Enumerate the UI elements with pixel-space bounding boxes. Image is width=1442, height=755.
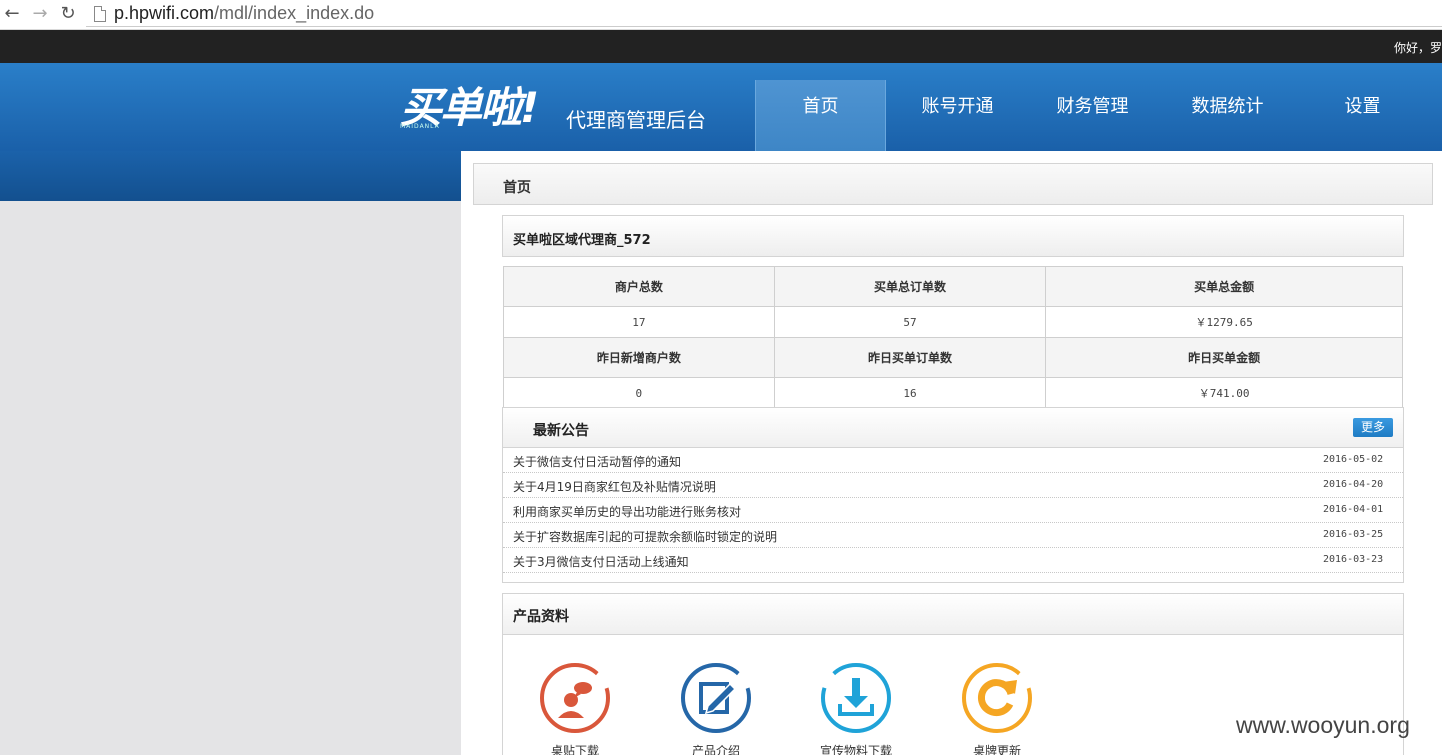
notice-item[interactable]: 利用商家买单历史的导出功能进行账务核对 2016-04-01 [503,498,1403,523]
notice-item-title[interactable]: 关于微信支付日活动暂停的通知 [513,453,681,470]
agent-name: 买单啦区域代理商_572 [513,233,651,248]
product-item-intro[interactable]: 产品介绍 [656,660,776,755]
stats-value-cell: 17 [503,306,775,338]
product-item-table-card[interactable]: 桌牌更新 [937,660,1057,755]
product-title: 产品资料 [513,609,569,625]
stats-value-cell: 57 [773,306,1047,338]
product-item-table-sticker[interactable]: 桌贴下载 [515,660,635,755]
product-item-label[interactable]: 桌牌更新 [937,742,1057,755]
notice-item[interactable]: 关于3月微信支付日活动上线通知 2016-03-23 [503,548,1403,573]
stats-table: 商户总数 买单总订单数 买单总金额 17 57 ￥1279.65 昨日新增商户数… [503,266,1403,409]
product-item-label[interactable]: 产品介绍 [656,742,776,755]
nav-settings[interactable]: 设置 [1297,80,1428,151]
logo-subtext: MAIDANLA [400,123,440,130]
notice-item-title[interactable]: 利用商家买单历史的导出功能进行账务核对 [513,503,741,520]
notice-item-title[interactable]: 关于扩容数据库引起的可提款余额临时锁定的说明 [513,528,777,545]
url-path: /mdl/index_index.do [214,3,375,23]
site-header: 买单啦! MAIDANLA 代理商管理后台 首页 账号开通 财务管理 数据统计 … [0,63,1442,151]
refresh-icon[interactable] [959,660,1035,736]
nav-home[interactable]: 首页 [755,80,886,151]
stats-value-cell: 16 [773,377,1047,409]
page-icon [94,6,106,22]
notice-item-date: 2016-03-25 [1323,529,1384,540]
url-host: p.hpwifi.com [114,3,215,23]
notice-item[interactable]: 关于扩容数据库引起的可提款余额临时锁定的说明 2016-03-25 [503,523,1403,548]
notice-item-title[interactable]: 关于3月微信支付日活动上线通知 [513,553,689,570]
stats-value-cell: ￥1279.65 [1045,306,1403,338]
notice-item[interactable]: 关于4月19日商家红包及补贴情况说明 2016-04-20 [503,473,1403,498]
agent-box: 买单啦区域代理商_572 [502,215,1404,257]
notice-header: 最新公告 更多 [503,408,1403,448]
edit-icon[interactable] [678,660,754,736]
stats-header-row: 昨日新增商户数 昨日买单订单数 昨日买单金额 [503,337,1403,378]
stats-header-cell: 昨日买单订单数 [773,337,1047,378]
notice-item[interactable]: 关于微信支付日活动暂停的通知 2016-05-02 [503,448,1403,473]
user-greeting: 你好，罗 [1393,41,1442,55]
stats-value-row: 0 16 ￥741.00 [503,377,1403,409]
nav-statistics[interactable]: 数据统计 [1162,80,1293,151]
nav-finance[interactable]: 财务管理 [1027,80,1158,151]
browser-toolbar: ← → ↻ p.hpwifi.com/mdl/index_index.do [0,0,1442,30]
person-chat-icon[interactable] [537,660,613,736]
stats-value-cell: ￥741.00 [1045,377,1403,409]
stats-header-cell: 昨日买单金额 [1045,337,1403,378]
notice-item-date: 2016-05-02 [1323,454,1384,465]
stats-header-cell: 商户总数 [503,266,775,307]
product-item-materials[interactable]: 宣传物料下载 [796,660,916,755]
address-bar[interactable]: p.hpwifi.com/mdl/index_index.do [114,3,374,24]
sidebar-header [0,151,461,201]
page-title: 首页 [503,180,531,196]
product-item-label[interactable]: 桌贴下载 [515,742,635,755]
notice-item-date: 2016-04-01 [1323,504,1384,515]
notice-title: 最新公告 [533,423,589,439]
back-arrow-icon[interactable]: ← [2,4,22,24]
forward-arrow-icon[interactable]: → [30,4,50,24]
address-underline [86,26,1442,27]
site-tagline: 代理商管理后台 [566,108,706,132]
product-header: 产品资料 [503,594,1403,635]
stats-header-cell: 昨日新增商户数 [503,337,775,378]
more-button[interactable]: 更多 [1353,418,1393,437]
product-item-label[interactable]: 宣传物料下载 [796,742,916,755]
download-icon[interactable] [818,660,894,736]
stats-value-row: 17 57 ￥1279.65 [503,306,1403,338]
stats-value-cell: 0 [503,377,775,409]
notice-item-title[interactable]: 关于4月19日商家红包及补贴情况说明 [513,478,716,495]
stats-header-cell: 买单总金额 [1045,266,1403,307]
notice-panel: 最新公告 更多 关于微信支付日活动暂停的通知 2016-05-02 关于4月19… [502,407,1404,583]
stats-header-row: 商户总数 买单总订单数 买单总金额 [503,266,1403,307]
stats-header-cell: 买单总订单数 [773,266,1047,307]
top-bar: 你好，罗 [0,30,1442,63]
notice-item-date: 2016-03-23 [1323,554,1384,565]
watermark: www.wooyun.org [1236,712,1410,738]
notice-item-date: 2016-04-20 [1323,479,1384,490]
reload-icon[interactable]: ↻ [58,4,78,24]
nav-account-open[interactable]: 账号开通 [892,80,1023,151]
breadcrumb: 首页 [473,163,1433,205]
